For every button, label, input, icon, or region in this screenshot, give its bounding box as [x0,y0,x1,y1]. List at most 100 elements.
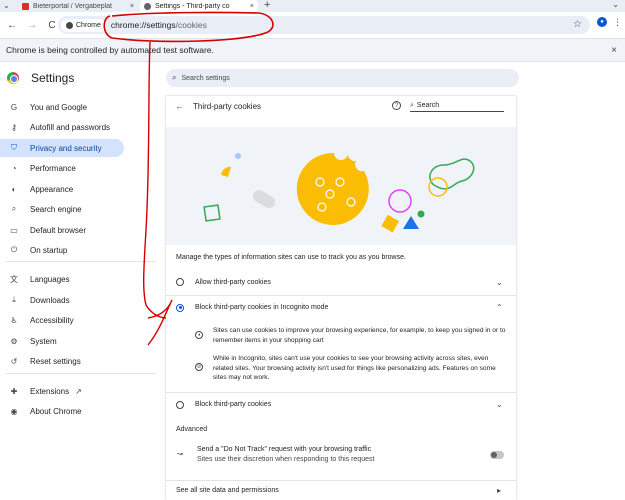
chip-label: Chrome [76,21,101,29]
sidebar-item-label: Search engine [30,204,82,214]
radio-block-incognito[interactable] [176,303,184,312]
address-bar[interactable]: Chrome chrome://settings/cookies ☆ [58,16,590,34]
tab-bieterportal[interactable]: Bieterportal / Vergabeplat × [18,0,138,12]
cookies-illustration [166,127,516,245]
sidebar-item-languages[interactable]: 文 Languages [0,270,124,288]
browser-menu-icon[interactable]: ⋮ [613,17,622,28]
url-host: chrome://settings [110,20,176,30]
site-info-chip[interactable]: Chrome [61,18,106,32]
sidebar-item-appearance[interactable]: ◐ Appearance [0,180,124,198]
sidebar-item-label: Extensions [30,386,70,396]
chevron-right-icon: ▸ [497,486,502,495]
dnt-toggle[interactable] [490,451,504,459]
url-path: /cookies [175,20,207,30]
back-arrow-icon[interactable]: ← [175,101,184,111]
performance-icon: ◔ [11,163,17,173]
chrome-icon: ◉ [10,406,18,416]
tab-search-icon[interactable]: ⌄ [3,1,10,10]
sidebar-item-autofill[interactable]: ⚷ Autofill and passwords [0,118,124,136]
chevron-down-icon[interactable]: ⌄ [496,400,503,409]
all-site-data-row[interactable]: See all site data and permissions ▸ [166,480,516,500]
search-placeholder: Search settings [181,74,230,82]
sidebar-item-performance[interactable]: ◔ Performance [0,159,124,177]
tab-title: Settings - Third-party co [155,2,230,10]
new-tab-button[interactable]: + [264,0,270,11]
settings-card: ← Third-party cookies ? ⌕ Search Manage … [166,96,516,500]
sidebar-item-label: Appearance [30,184,74,194]
sidebar-item-label: Privacy and security [30,143,102,153]
subpage-description: Manage the types of information sites ca… [176,254,406,261]
shield-icon: ⛉ [11,143,17,152]
back-button[interactable]: ← [4,17,20,33]
option-block-third-party[interactable]: Block third-party cookies ⌄ [166,392,516,416]
external-link-icon: ↗ [75,386,82,396]
dnt-title: Send a "Do Not Track" request with your … [197,446,372,453]
sidebar-item-reset[interactable]: ↺ Reset settings [0,352,124,370]
google-icon: G [10,102,18,112]
infobar-message: Chrome is being controlled by automated … [6,45,214,55]
option-label: Block third-party cookies [195,401,272,408]
option-label: Block third-party cookies in Incognito m… [195,304,329,311]
search-icon: ⌕ [172,73,177,82]
tab-settings[interactable]: Settings - Third-party co × [140,0,258,12]
detail-text: Sites can use cookies to improve your br… [213,327,506,344]
radio-block-all[interactable] [176,400,184,409]
sidebar-item-downloads[interactable]: ⤓ Downloads [0,291,124,309]
bookmark-star-icon[interactable]: ☆ [573,19,582,30]
subpage-title: Third-party cookies [193,102,262,111]
sidebar-divider [6,261,156,262]
sidebar-item-on-startup[interactable]: ⏻ On startup [0,241,124,259]
detail-cookies-text: Sites can use cookies to improve your br… [196,326,506,345]
do-not-track-row[interactable]: ↝ Send a "Do Not Track" request with you… [166,440,516,470]
sidebar-item-label: Accessibility [30,315,74,325]
page-title: Settings [31,71,75,85]
subpage-search-input[interactable]: ⌕ Search [410,100,504,112]
sidebar-item-accessibility[interactable]: ♿ Accessibility [0,311,124,329]
infobar-close-icon[interactable]: × [611,45,617,56]
reset-icon: ↺ [10,356,18,366]
key-icon: ⚷ [11,122,17,132]
sidebar-item-about[interactable]: ◉ About Chrome [0,402,124,420]
chevron-up-icon[interactable]: ⌃ [496,303,503,312]
favicon-icon [22,2,29,10]
forward-button[interactable]: → [24,17,40,33]
wrench-icon: ⚙ [10,336,18,346]
sidebar-item-label: Reset settings [30,356,81,366]
automation-infobar: Chrome is being controlled by automated … [0,38,625,62]
sidebar-item-extensions[interactable]: ✚ Extensions ↗ [0,382,124,400]
browser-icon: ▭ [10,225,18,235]
tab-strip: ⌄ Bieterportal / Vergabeplat × Settings … [0,0,625,12]
do-not-track-icon: ↝ [177,451,183,458]
search-icon: ⌕ [410,101,414,109]
window-controls-icon[interactable]: ⌄ [612,0,619,9]
sidebar-item-system[interactable]: ⚙ System [0,332,124,350]
radio-allow[interactable] [176,278,184,286]
translate-icon: 文 [10,274,18,284]
download-icon: ⤓ [12,295,16,304]
sidebar-item-privacy[interactable]: ⛉ Privacy and security [0,139,124,157]
url-text[interactable]: chrome://settings/cookies [111,20,207,30]
sidebar-item-label: Default browser [30,225,87,235]
option-allow-third-party[interactable]: Allow third-party cookies ⌄ [166,270,516,294]
cookie-illustration-icon [203,152,475,233]
advanced-heading: Advanced [176,426,208,433]
sidebar-item-default-browser[interactable]: ▭ Default browser [0,221,124,239]
option-block-incognito[interactable]: Block third-party cookies in Incognito m… [166,295,516,319]
sidebar-item-label: Performance [30,163,76,173]
subpage-header: ← Third-party cookies ? ⌕ Search [166,96,516,118]
settings-favicon-icon [144,2,151,10]
tab-close-icon[interactable]: × [250,3,254,10]
sidebar-item-label: Downloads [30,295,70,305]
tab-close-icon[interactable]: × [130,3,134,10]
sidebar-item-label: On startup [30,245,68,255]
settings-search-input[interactable]: ⌕ Search settings [166,69,519,87]
help-icon[interactable]: ? [392,101,401,110]
puzzle-icon: ✚ [10,386,18,396]
browser-toolbar: ← → C Chrome chrome://settings/cookies ☆… [0,12,625,38]
sidebar-item-you-and-google[interactable]: G You and Google [0,98,124,116]
power-icon: ⏻ [10,245,18,254]
chevron-down-icon[interactable]: ⌄ [496,278,503,287]
sidebar-item-search-engine[interactable]: ⌕ Search engine [0,200,124,218]
search-icon: ⌕ [11,204,17,213]
profile-icon[interactable]: ● [597,17,607,27]
